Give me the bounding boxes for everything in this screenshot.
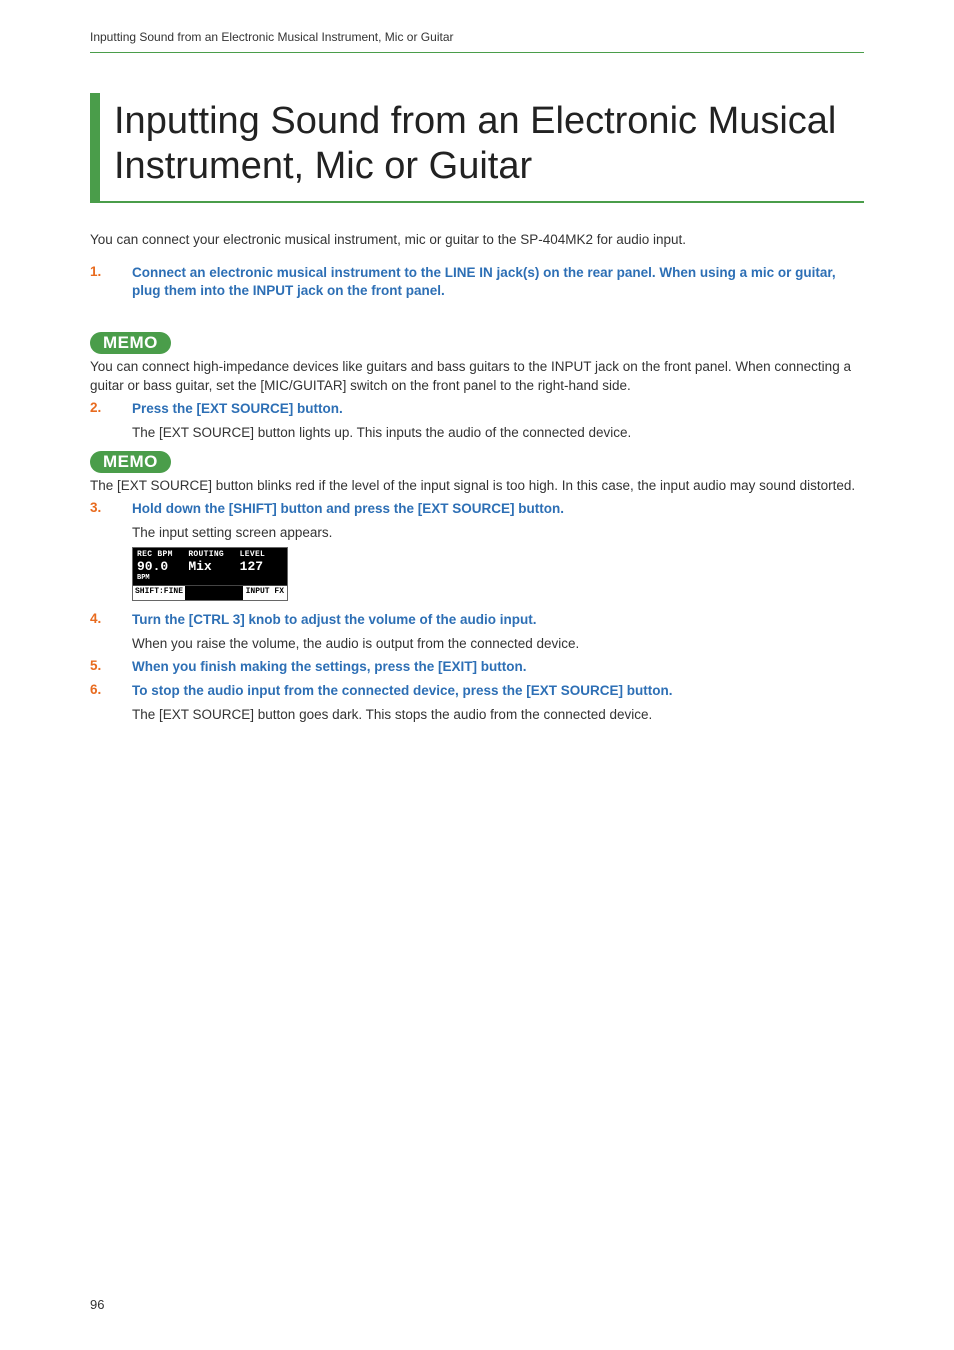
title-block: Inputting Sound from an Electronic Music… <box>90 93 864 203</box>
step-text: When you finish making the settings, pre… <box>132 658 864 676</box>
running-header-text: Inputting Sound from an Electronic Music… <box>90 30 454 44</box>
step-number: 5. <box>90 658 132 673</box>
step-6-sub: The [EXT SOURCE] button goes dark. This … <box>132 706 864 725</box>
screen-col1-value: 90.0 <box>133 559 184 574</box>
screen-col3-value: 127 <box>236 559 287 574</box>
step-number: 1. <box>90 264 132 279</box>
memo-1-text: You can connect high-impedance devices l… <box>90 358 864 396</box>
step-3-sub: The input setting screen appears. <box>132 524 864 543</box>
screen-col1-unit: BPM <box>133 574 184 585</box>
page-number: 96 <box>90 1297 104 1312</box>
step-4-sub: When you raise the volume, the audio is … <box>132 635 864 654</box>
step-4: 4. Turn the [CTRL 3] knob to adjust the … <box>90 611 864 629</box>
step-text: Connect an electronic musical instrument… <box>132 264 864 300</box>
step-number: 2. <box>90 400 132 415</box>
step-2: 2. Press the [EXT SOURCE] button. <box>90 400 864 418</box>
screen-bottom-left: SHIFT:FINE <box>133 586 185 600</box>
step-number: 4. <box>90 611 132 626</box>
step-2-sub: The [EXT SOURCE] button lights up. This … <box>132 424 864 443</box>
screen-col3-header: LEVEL <box>236 548 287 559</box>
step-text: Press the [EXT SOURCE] button. <box>132 400 864 418</box>
step-number: 3. <box>90 500 132 515</box>
screen-bottom-right: INPUT FX <box>243 586 287 600</box>
screen-col1-header: REC BPM <box>133 548 184 559</box>
screen-col2-value: Mix <box>184 559 235 574</box>
step-1: 1. Connect an electronic musical instrum… <box>90 264 864 300</box>
memo-badge: MEMO <box>90 451 171 473</box>
screen-col2-header: ROUTING <box>184 548 235 559</box>
memo-badge: MEMO <box>90 332 171 354</box>
running-header-rule: Inputting Sound from an Electronic Music… <box>90 28 864 53</box>
device-screen-figure: REC BPM ROUTING LEVEL 90.0 Mix 127 BPM S… <box>132 547 288 601</box>
step-text: To stop the audio input from the connect… <box>132 682 864 700</box>
step-text: Hold down the [SHIFT] button and press t… <box>132 500 864 518</box>
step-number: 6. <box>90 682 132 697</box>
memo-2-text: The [EXT SOURCE] button blinks red if th… <box>90 477 864 496</box>
page-title: Inputting Sound from an Electronic Music… <box>114 99 864 189</box>
step-3: 3. Hold down the [SHIFT] button and pres… <box>90 500 864 518</box>
page: Inputting Sound from an Electronic Music… <box>0 0 954 1350</box>
step-6: 6. To stop the audio input from the conn… <box>90 682 864 700</box>
step-5: 5. When you finish making the settings, … <box>90 658 864 676</box>
step-text: Turn the [CTRL 3] knob to adjust the vol… <box>132 611 864 629</box>
intro-paragraph: You can connect your electronic musical … <box>90 231 864 250</box>
